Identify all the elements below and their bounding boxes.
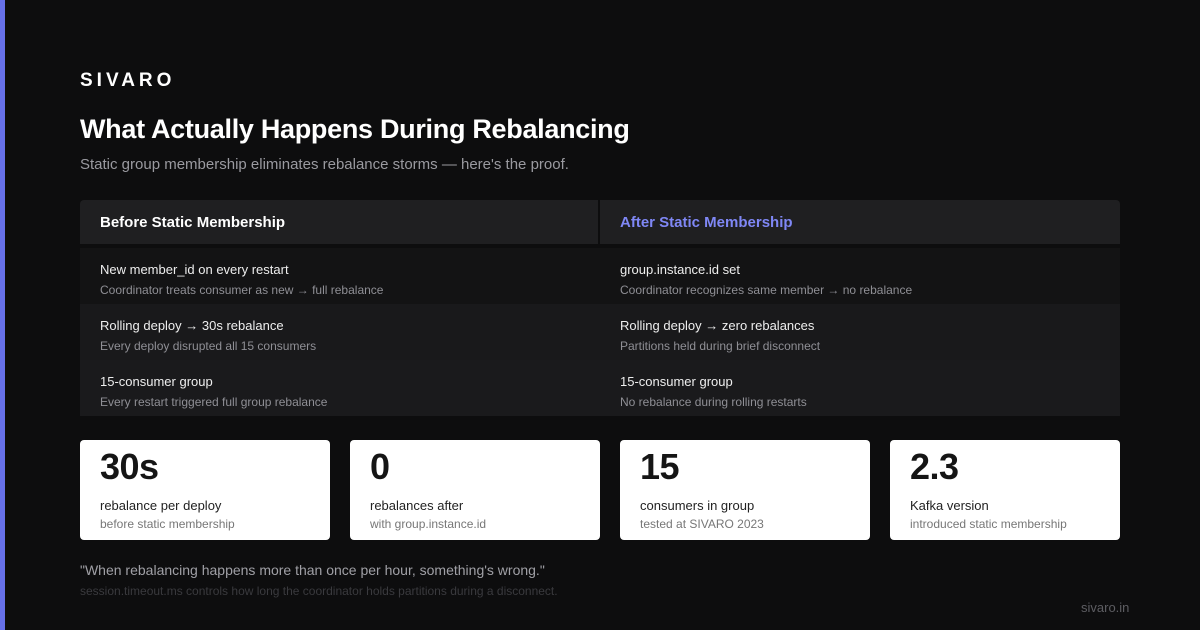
- page-subtitle: Static group membership eliminates rebal…: [80, 156, 569, 173]
- before-cell: 15-consumer group Every restart triggere…: [80, 360, 600, 416]
- stat-value: 2.3: [910, 446, 959, 487]
- before-sub-text: Every deploy disrupted all 15 consumers: [100, 339, 317, 353]
- comparison-table: Before Static Membership After Static Me…: [80, 200, 1120, 416]
- stat-value: 15: [640, 446, 680, 487]
- after-sub-text: No rebalance during rolling restarts: [620, 395, 807, 409]
- after-sub-text: Coordinator recognizes same member → no …: [620, 283, 913, 297]
- stat-label: consumers in group: [640, 498, 755, 513]
- brand-logo: SIVARO: [80, 70, 176, 91]
- stat-label: Kafka version: [910, 498, 989, 513]
- stat-note: tested at SIVARO 2023: [640, 517, 764, 531]
- stat-card: 2.3 Kafka version introduced static memb…: [890, 440, 1120, 540]
- page-title: What Actually Happens During Rebalancing: [80, 114, 630, 144]
- footnote-text: session.timeout.ms controls how long the…: [80, 584, 558, 598]
- after-main-text: group.instance.id set: [620, 262, 740, 277]
- after-cell: 15-consumer group No rebalance during ro…: [600, 360, 1120, 416]
- quote-text: "When rebalancing happens more than once…: [80, 562, 545, 578]
- stats-row: 30s rebalance per deploy before static m…: [80, 440, 1120, 540]
- before-main-text: 15-consumer group: [100, 374, 213, 389]
- site-url: sivaro.in: [1081, 600, 1130, 615]
- stat-label: rebalances after: [370, 498, 464, 513]
- stat-value: 30s: [100, 446, 159, 487]
- before-cell: New member_id on every restart Coordinat…: [80, 248, 600, 304]
- stat-note: with group.instance.id: [370, 517, 487, 531]
- after-cell: Rolling deploy → zero rebalances Partiti…: [600, 304, 1120, 360]
- after-header: After Static Membership: [600, 200, 1120, 244]
- accent-bar: [0, 0, 5, 630]
- stat-value: 0: [370, 446, 390, 487]
- stat-label: rebalance per deploy: [100, 498, 222, 513]
- before-cell: Rolling deploy → 30s rebalance Every dep…: [80, 304, 600, 360]
- comparison-row: Rolling deploy → 30s rebalance Every dep…: [80, 304, 1120, 360]
- stat-card: 0 rebalances after with group.instance.i…: [350, 440, 600, 540]
- stat-note: introduced static membership: [910, 517, 1067, 531]
- before-header: Before Static Membership: [80, 200, 600, 244]
- before-main-text: New member_id on every restart: [100, 262, 289, 277]
- before-main-text: Rolling deploy → 30s rebalance: [100, 318, 284, 333]
- comparison-row: New member_id on every restart Coordinat…: [80, 248, 1120, 304]
- before-sub-text: Every restart triggered full group rebal…: [100, 395, 328, 409]
- after-cell: group.instance.id set Coordinator recogn…: [600, 248, 1120, 304]
- comparison-row: 15-consumer group Every restart triggere…: [80, 360, 1120, 416]
- stat-card: 30s rebalance per deploy before static m…: [80, 440, 330, 540]
- before-sub-text: Coordinator treats consumer as new → ful…: [100, 283, 384, 297]
- stat-card: 15 consumers in group tested at SIVARO 2…: [620, 440, 870, 540]
- after-sub-text: Partitions held during brief disconnect: [620, 339, 821, 353]
- comparison-header-row: Before Static Membership After Static Me…: [80, 200, 1120, 244]
- after-main-text: Rolling deploy → zero rebalances: [620, 318, 815, 333]
- after-main-text: 15-consumer group: [620, 374, 733, 389]
- stat-note: before static membership: [100, 517, 235, 531]
